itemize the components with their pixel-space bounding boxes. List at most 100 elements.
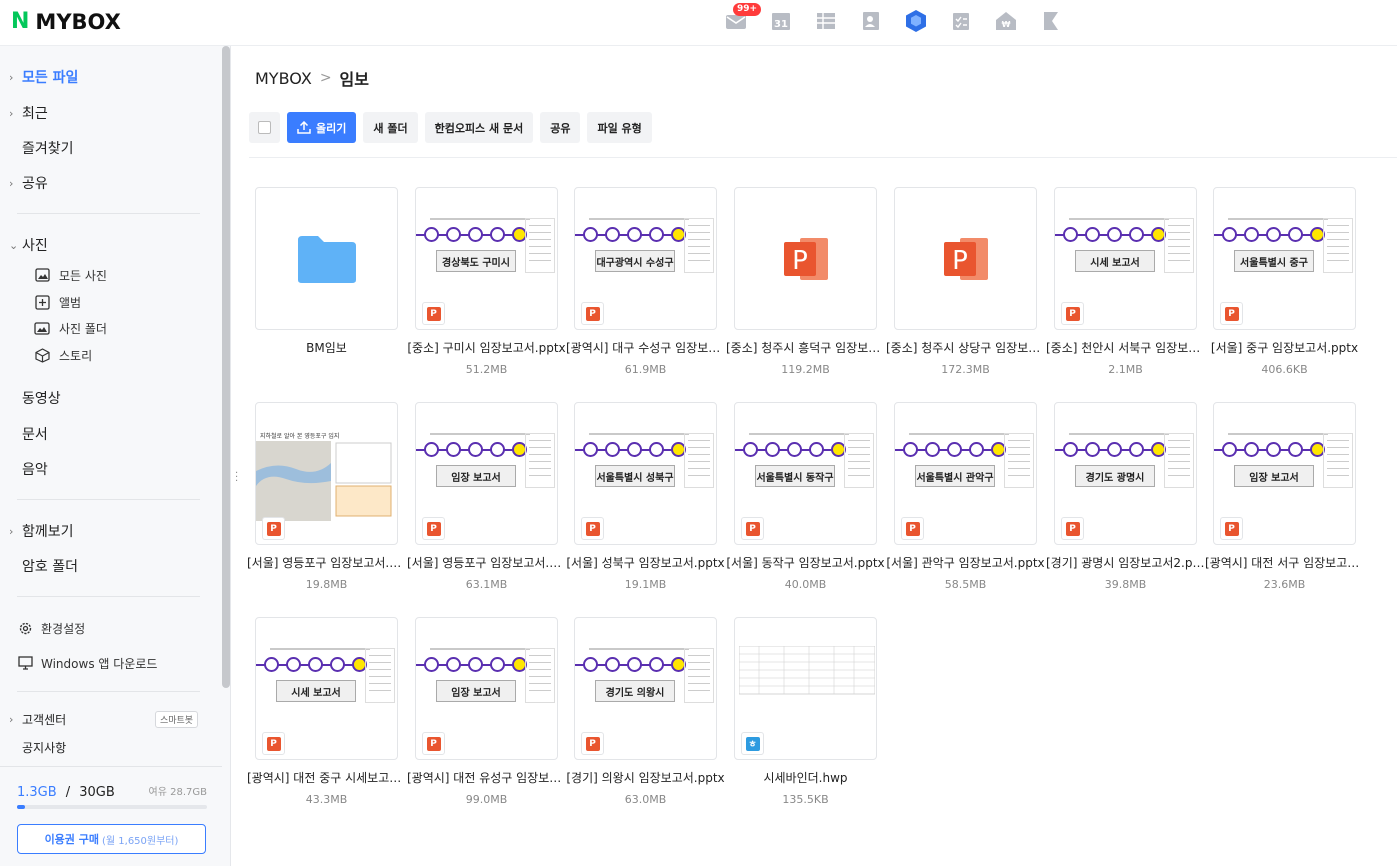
- file-thumbnail[interactable]: P: [734, 187, 877, 330]
- file-thumbnail[interactable]: [255, 187, 398, 330]
- file-thumbnail[interactable]: 시세 보고서 P: [1054, 187, 1197, 330]
- pay-icon: ₩: [995, 12, 1016, 30]
- file-name[interactable]: [광역시] 대전 유성구 임장보고서.pptx: [407, 769, 566, 786]
- file-card[interactable]: 서울특별시 동작구 P [서울] 동작구 임장보고서.pptx 40.0MB: [726, 402, 885, 607]
- calendar-app-button[interactable]: 31: [758, 6, 803, 36]
- file-name[interactable]: 시세바인더.hwp: [726, 769, 885, 786]
- file-thumbnail[interactable]: 서울특별시 관악구 P: [894, 402, 1037, 545]
- storage-bar: [17, 805, 207, 809]
- file-thumbnail[interactable]: 경기도 의왕시 P: [574, 617, 717, 760]
- mybox-app-button[interactable]: [893, 6, 938, 36]
- sidebar-sub-all-photos[interactable]: 모든 사진: [34, 264, 107, 286]
- pptx-file-icon: P: [741, 517, 764, 540]
- file-thumbnail[interactable]: ㅎ: [734, 617, 877, 760]
- mail-app-button[interactable]: 99+: [713, 3, 762, 36]
- file-name[interactable]: [서울] 중구 임장보고서.pptx: [1205, 339, 1364, 356]
- file-name[interactable]: [서울] 영등포구 임장보고서.pptx: [407, 554, 566, 571]
- file-card[interactable]: 임장 보고서 P [광역시] 대전 유성구 임장보고서.pptx 99.0MB: [407, 617, 566, 822]
- file-name[interactable]: [서울] 영등포구 임장보고서.pptx: [247, 554, 406, 571]
- file-name[interactable]: [서울] 동작구 임장보고서.pptx: [726, 554, 885, 571]
- sidebar-sub-label: 사진 폴더: [59, 321, 107, 336]
- breadcrumb-root[interactable]: MYBOX: [255, 69, 312, 88]
- slide-preview: 시세 보고서: [256, 644, 397, 734]
- file-thumbnail[interactable]: 임장 보고서 P: [415, 402, 558, 545]
- sidebar-scrollbar[interactable]: [222, 46, 230, 688]
- file-card[interactable]: P [중소] 청주시 상당구 임장보고서.pptx 172.3MB: [886, 187, 1045, 392]
- sidebar-sub-album[interactable]: 앨범: [34, 291, 81, 313]
- mybox-logo[interactable]: N MYBOX: [11, 9, 121, 34]
- file-card[interactable]: 서울특별시 관악구 P [서울] 관악구 임장보고서.pptx 58.5MB: [886, 402, 1045, 607]
- file-thumbnail[interactable]: 서울특별시 성북구 P: [574, 402, 717, 545]
- file-thumbnail[interactable]: 임장 보고서 P: [1213, 402, 1356, 545]
- share-button[interactable]: 공유: [540, 112, 581, 143]
- file-card[interactable]: P [중소] 청주시 흥덕구 임장보고서.pptx 119.2MB: [726, 187, 885, 392]
- file-name[interactable]: [서울] 성북구 임장보고서.pptx: [566, 554, 725, 571]
- contacts-app-button[interactable]: [848, 6, 893, 36]
- file-card[interactable]: 시세 보고서 P [광역시] 대전 중구 시세보고서.pptx 43.3MB: [247, 617, 406, 822]
- file-thumbnail[interactable]: 임장 보고서 P: [415, 617, 558, 760]
- todo-app-button[interactable]: [938, 6, 983, 36]
- toolbar-divider: [249, 157, 1397, 158]
- file-card[interactable]: 경기도 광명시 P [경기] 광명시 임장보고서2.pptx 39.8MB: [1046, 402, 1205, 607]
- file-name[interactable]: [경기] 의왕시 임장보고서.pptx: [566, 769, 725, 786]
- file-thumbnail[interactable]: P: [894, 187, 1037, 330]
- hancom-new-doc-button[interactable]: 한컴오피스 새 문서: [424, 112, 534, 143]
- file-name[interactable]: [중소] 천안시 서북구 임장보고서.pptx: [1046, 339, 1205, 356]
- file-size: 40.0MB: [784, 578, 827, 591]
- slide-title: 서울특별시 중구: [1234, 250, 1314, 272]
- file-thumbnail[interactable]: 경상북도 구미시 P: [415, 187, 558, 330]
- file-thumbnail[interactable]: 서울특별시 동작구 P: [734, 402, 877, 545]
- file-thumbnail[interactable]: 지하철로 알아 본 영등포구 입지 P: [255, 402, 398, 545]
- chevron-right-icon: ›: [9, 106, 14, 120]
- file-card[interactable]: 대구광역시 수성구 P [광역시] 대구 수성구 임장보고서.pptx 61.9MB: [566, 187, 725, 392]
- file-thumbnail[interactable]: 대구광역시 수성구 P: [574, 187, 717, 330]
- storage-free: 여유 28.7GB: [148, 787, 207, 798]
- settings-link[interactable]: 환경설정: [17, 617, 85, 639]
- file-card[interactable]: 임장 보고서 P [광역시] 대전 서구 임장보고서.pptx 23.6MB: [1205, 402, 1364, 607]
- file-size: 63.1MB: [465, 578, 508, 591]
- file-thumbnail[interactable]: 시세 보고서 P: [255, 617, 398, 760]
- memo-app-button[interactable]: [803, 6, 848, 36]
- slide-title: 임장 보고서: [436, 465, 516, 487]
- new-folder-button[interactable]: 새 폴더: [363, 112, 418, 143]
- pay-app-button[interactable]: ₩: [983, 6, 1028, 36]
- file-card[interactable]: 경상북도 구미시 P [중소] 구미시 임장보고서.pptx 51.2MB: [407, 187, 566, 392]
- file-card[interactable]: 임장 보고서 P [서울] 영등포구 임장보고서.pptx 63.1MB: [407, 402, 566, 607]
- file-size: 23.6MB: [1263, 578, 1306, 591]
- sidebar-sub-story[interactable]: 스토리: [34, 344, 92, 366]
- smart-bot-button[interactable]: 스마트봇: [155, 711, 198, 728]
- file-card[interactable]: 경기도 의왕시 P [경기] 의왕시 임장보고서.pptx 63.0MB: [566, 617, 725, 822]
- file-type-button[interactable]: 파일 유형: [587, 112, 652, 143]
- file-card[interactable]: 서울특별시 성북구 P [서울] 성북구 임장보고서.pptx 19.1MB: [566, 402, 725, 607]
- file-card[interactable]: 지하철로 알아 본 영등포구 입지 P [서울] 영등포구 임장보고서.pptx 19…: [247, 402, 406, 607]
- windows-app-download-link[interactable]: Windows 앱 다운로드: [17, 652, 157, 674]
- file-thumbnail[interactable]: 서울특별시 중구 P: [1213, 187, 1356, 330]
- file-name[interactable]: [중소] 청주시 상당구 임장보고서.pptx: [886, 339, 1045, 356]
- file-card[interactable]: ㅎ 시세바인더.hwp 135.5KB: [734, 617, 877, 822]
- file-name[interactable]: [광역시] 대구 수성구 임장보고서.pptx: [566, 339, 725, 356]
- pptx-file-icon: P: [422, 732, 445, 755]
- slide-preview: 경기도 광명시: [1055, 429, 1196, 519]
- file-card[interactable]: BM임보: [255, 187, 398, 392]
- file-size: 2.1MB: [1108, 363, 1143, 376]
- file-card[interactable]: 시세 보고서 P [중소] 천안시 서북구 임장보고서.pptx 2.1MB: [1046, 187, 1205, 392]
- file-name[interactable]: [광역시] 대전 중구 시세보고서.pptx: [247, 769, 406, 786]
- select-all-checkbox[interactable]: [249, 112, 280, 143]
- bookmark-app-button[interactable]: [1028, 6, 1073, 36]
- pptx-file-icon: P: [262, 517, 285, 540]
- file-size: 119.2MB: [781, 363, 830, 376]
- powerpoint-icon: P: [943, 237, 988, 280]
- file-name[interactable]: [중소] 청주시 흥덕구 임장보고서.pptx: [726, 339, 885, 356]
- file-thumbnail[interactable]: 경기도 광명시 P: [1054, 402, 1197, 545]
- file-card[interactable]: 서울특별시 중구 P [서울] 중구 임장보고서.pptx 406.6KB: [1211, 187, 1358, 392]
- mail-badge: 99+: [733, 3, 762, 16]
- file-name[interactable]: [서울] 관악구 임장보고서.pptx: [886, 554, 1045, 571]
- file-name[interactable]: [경기] 광명시 임장보고서2.pptx: [1046, 554, 1205, 571]
- file-name[interactable]: BM임보: [247, 339, 406, 356]
- sidebar-sub-photo-folder[interactable]: 사진 폴더: [34, 317, 107, 339]
- file-name[interactable]: [중소] 구미시 임장보고서.pptx: [407, 339, 566, 356]
- sidebar-resize-handle[interactable]: · · ·: [235, 469, 238, 487]
- buy-plan-button[interactable]: 이용권 구매 (월 1,650원부터): [17, 824, 206, 854]
- upload-button[interactable]: 올리기: [287, 112, 357, 143]
- file-name[interactable]: [광역시] 대전 서구 임장보고서.pptx: [1205, 554, 1364, 571]
